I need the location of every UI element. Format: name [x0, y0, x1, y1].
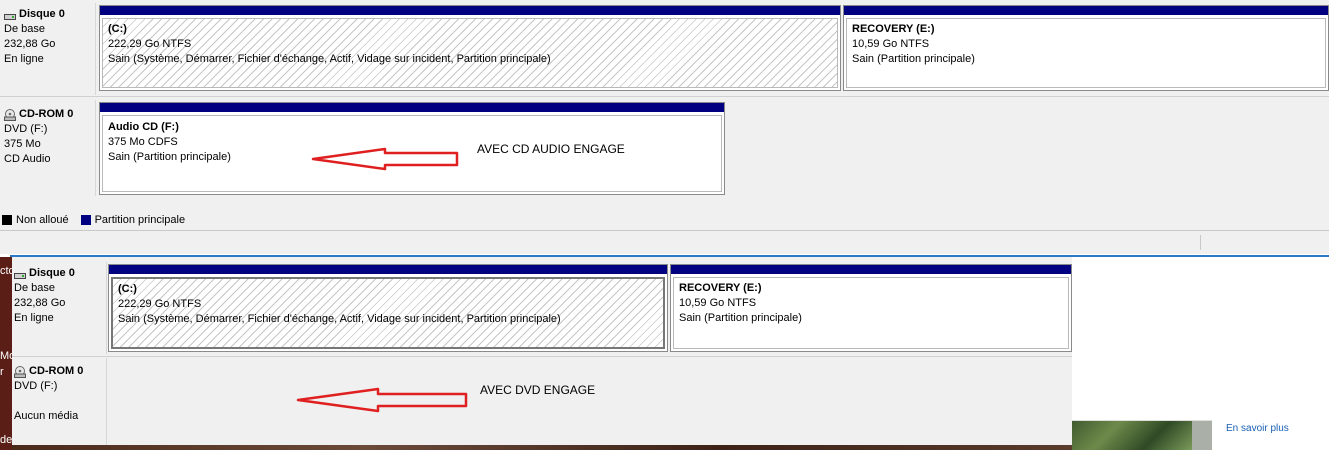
primary-partition-bar: [109, 265, 667, 274]
left-fragment: de: [0, 434, 13, 446]
primary-partition-bar: [671, 265, 1071, 274]
disk-size: 232,88 Go: [14, 297, 66, 309]
bottom-cdrom-label[interactable]: CD-ROM 0 DVD (F:) Aucun média: [12, 358, 107, 445]
disk-media: Aucun média: [14, 410, 79, 422]
unallocated-swatch: [2, 215, 12, 225]
legend-bar: Non alloué Partition principale: [0, 210, 1329, 230]
disk-type: De base: [4, 23, 45, 35]
top-disk0-label[interactable]: Disque 0 De base 232,88 Go En ligne: [0, 3, 96, 95]
partition-size: 222,29 Go NTFS: [118, 298, 202, 310]
primary-partition-bar: [844, 6, 1328, 15]
disk-size: 375 Mo: [4, 138, 41, 150]
bottom-c-partition[interactable]: (C:) 222,29 Go NTFS Sain (Système, Démar…: [108, 264, 668, 352]
partition-title: RECOVERY (E:): [679, 282, 762, 294]
disk-name: CD-ROM 0: [29, 365, 84, 377]
legend-primary: Partition principale: [94, 214, 186, 226]
primary-partition-bar: [100, 103, 724, 112]
top-recovery-partition[interactable]: RECOVERY (E:) 10,59 Go NTFS Sain (Partit…: [843, 5, 1329, 91]
red-arrow-annotation: [311, 147, 459, 171]
top-c-partition[interactable]: (C:) 222,29 Go NTFS Sain (Système, Démar…: [99, 5, 841, 91]
legend-unallocated: Non alloué: [16, 214, 69, 226]
status-bar-separator: [1200, 235, 1201, 250]
primary-partition-swatch: [80, 215, 91, 225]
learn-more-link[interactable]: En savoir plus: [1226, 423, 1289, 434]
cd-drive-icon: [4, 108, 16, 121]
bottom-disk0-label[interactable]: Disque 0 De base 232,88 Go En ligne: [12, 262, 107, 354]
annotation-text: AVEC DVD ENGAGE: [480, 383, 596, 397]
disk-name: Disque 0: [29, 267, 75, 279]
partition-title: (C:): [108, 23, 127, 35]
disk-status: En ligne: [14, 312, 54, 324]
info-popup: [1072, 257, 1329, 421]
partition-status: Sain (Partition principale): [679, 312, 802, 324]
status-bar: [0, 230, 1329, 254]
partition-status: Sain (Système, Démarrer, Fichier d'échan…: [118, 313, 561, 325]
disk-type: De base: [14, 282, 55, 294]
disk-type: DVD (F:): [14, 380, 58, 392]
cd-drive-icon: [14, 365, 26, 378]
disk-size: 232,88 Go: [4, 38, 56, 50]
partition-size: 10,59 Go NTFS: [679, 297, 757, 309]
left-fragment: r: [0, 366, 4, 378]
partition-status: Sain (Système, Démarrer, Fichier d'échan…: [108, 53, 551, 65]
partition-status: Sain (Partition principale): [852, 53, 975, 65]
desktop-photo-gray: [1192, 420, 1212, 450]
disk-name: CD-ROM 0: [19, 108, 74, 120]
partition-title: RECOVERY (E:): [852, 23, 935, 35]
desktop-photo: [12, 445, 1072, 450]
red-arrow-annotation: [296, 387, 468, 413]
row-divider: [0, 96, 1329, 97]
disk-status: En ligne: [4, 53, 44, 65]
partition-title: (C:): [118, 283, 137, 295]
disk-media: CD Audio: [4, 153, 51, 165]
bottom-recovery-partition[interactable]: RECOVERY (E:) 10,59 Go NTFS Sain (Partit…: [670, 264, 1072, 352]
partition-title: Audio CD (F:): [108, 121, 179, 133]
disk-type: DVD (F:): [4, 123, 48, 135]
top-cdrom-label[interactable]: CD-ROM 0 DVD (F:) 375 Mo CD Audio: [0, 100, 96, 196]
disk-icon: [14, 270, 26, 279]
primary-partition-bar: [100, 6, 840, 15]
partition-size: 222,29 Go NTFS: [108, 38, 192, 50]
annotation-text: AVEC CD AUDIO ENGAGE: [477, 142, 625, 156]
partition-size: 10,59 Go NTFS: [852, 38, 930, 50]
row-divider: [12, 356, 1072, 357]
disk-icon: [4, 11, 16, 20]
desktop-photo-green: [1072, 420, 1192, 450]
disk-name: Disque 0: [19, 8, 65, 20]
